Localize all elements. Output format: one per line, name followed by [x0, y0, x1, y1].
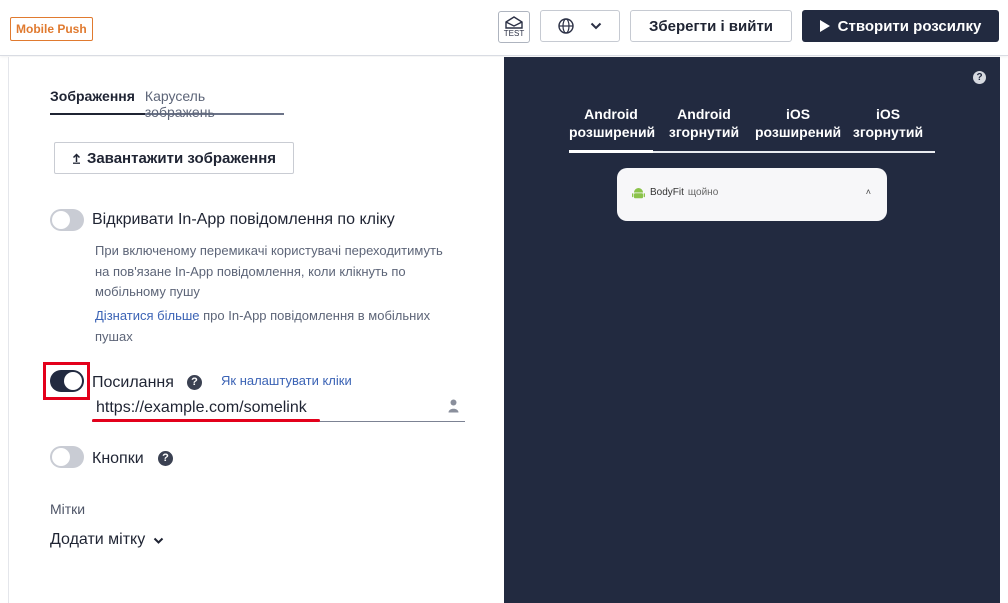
- preview-panel: ? Android розширений Android згорнутий i…: [504, 57, 1000, 603]
- buttons-label: Кнопки: [92, 450, 144, 467]
- chevron-down-icon: [154, 537, 164, 544]
- chevron-up-icon[interactable]: ˄: [866, 187, 871, 197]
- toggle-knob: [52, 448, 70, 466]
- test-button[interactable]: TEST: [498, 11, 530, 43]
- notification-app-name: BodyFit: [650, 187, 684, 198]
- test-label: TEST: [503, 29, 525, 38]
- inapp-toggle[interactable]: [50, 209, 84, 231]
- create-campaign-label: Створити розсилку: [837, 17, 982, 35]
- channel-badge: Mobile Push: [10, 17, 93, 41]
- image-tabs: Зображення Карусель зображень: [50, 87, 284, 120]
- tab-line: Android: [584, 106, 638, 122]
- play-icon: [819, 20, 830, 32]
- help-icon[interactable]: ?: [973, 71, 986, 84]
- how-to-setup-clicks-label: Як налаштувати кліки: [221, 373, 352, 388]
- preview-tabs: Android розширений Android згорнутий iOS…: [569, 105, 935, 153]
- tab-line: iOS: [785, 106, 811, 122]
- toggle-knob: [64, 372, 82, 390]
- link-url-value: https://example.com/somelink: [96, 399, 307, 416]
- link-toggle[interactable]: [50, 370, 84, 392]
- tab-line: згорнутий: [852, 124, 924, 140]
- upload-image-label: Завантажити зображення: [86, 149, 277, 167]
- url-highlight-underline: [92, 419, 320, 422]
- tab-line: розширений: [569, 124, 656, 140]
- personalization-icon[interactable]: [448, 399, 459, 413]
- add-tag-dropdown[interactable]: Додати мітку: [50, 531, 164, 549]
- language-dropdown[interactable]: [540, 10, 620, 42]
- tags-section-label: Мітки: [50, 501, 86, 517]
- learn-more-link[interactable]: Дізнатися більше: [95, 308, 200, 323]
- upload-image-button[interactable]: Завантажити зображення: [54, 142, 294, 174]
- tab-line: iOS: [875, 106, 901, 122]
- learn-more-rest-line: пушах: [95, 328, 133, 344]
- tab-line: згорнутий: [668, 124, 740, 140]
- notification-header: BodyFit щойно: [650, 187, 718, 198]
- buttons-toggle[interactable]: [50, 446, 84, 468]
- toggle-knob: [52, 211, 70, 229]
- envelope-icon: [505, 16, 523, 29]
- tab-line: Android: [677, 106, 731, 122]
- inapp-help-line: мобільному пушу: [95, 284, 200, 299]
- push-notification-preview: BodyFit щойно ˄: [617, 168, 887, 221]
- learn-more-rest: про In-App повідомлення в мобільних: [199, 308, 431, 323]
- inapp-help-line: на пов'язане In-App повідомлення, коли к…: [95, 263, 406, 279]
- create-campaign-button[interactable]: Створити розсилку: [802, 10, 999, 42]
- inapp-learn-more-text: Дізнатися більше про In-App повідомлення…: [95, 306, 430, 347]
- link-url-input[interactable]: https://example.com/somelink: [92, 394, 465, 422]
- tab-image[interactable]: Зображення: [50, 87, 145, 115]
- upload-icon: [72, 152, 80, 164]
- tab-ios-expanded[interactable]: iOS розширений: [755, 105, 841, 151]
- globe-icon: [558, 18, 574, 34]
- question-icon[interactable]: ?: [187, 375, 202, 390]
- notification-time: щойно: [687, 187, 719, 198]
- top-bar: Mobile Push TEST Зберегти і вийти Створи…: [0, 0, 1008, 56]
- tab-image-carousel[interactable]: Карусель зображень: [145, 87, 284, 120]
- chevron-down-icon: [590, 22, 602, 30]
- tab-android-expanded[interactable]: Android розширений: [569, 105, 656, 153]
- android-icon: [632, 188, 645, 199]
- how-to-setup-clicks-link[interactable]: Як налаштувати кліки: [221, 371, 352, 392]
- inapp-help-text: При включеному перемикачі користувачі пе…: [95, 241, 443, 303]
- tab-android-collapsed[interactable]: Android згорнутий: [653, 105, 755, 151]
- inapp-label: Відкривати In-App повідомлення по кліку: [92, 211, 395, 228]
- question-icon[interactable]: ?: [158, 451, 173, 466]
- tab-ios-collapsed[interactable]: iOS згорнутий: [841, 105, 935, 151]
- add-tag-label: Додати мітку: [50, 531, 146, 548]
- tab-line: розширений: [755, 124, 842, 140]
- link-label: Посилання: [92, 374, 174, 391]
- editor-panel: Зображення Карусель зображень Завантажит…: [8, 57, 504, 603]
- save-and-exit-button[interactable]: Зберегти і вийти: [630, 10, 792, 42]
- inapp-help-line: При включеному перемикачі користувачі пе…: [95, 243, 443, 258]
